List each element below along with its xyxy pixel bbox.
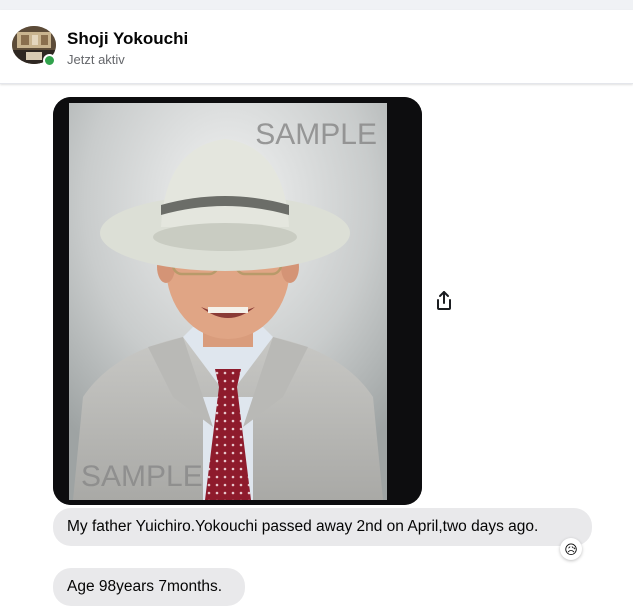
message-bubble[interactable]: Age 98years 7months. (53, 568, 245, 606)
watermark-top: SAMPLE (255, 118, 377, 151)
chat-header: Shoji Yokouchi Jetzt aktiv (0, 10, 633, 84)
reaction-badge[interactable]: 😥 (560, 538, 582, 560)
contact-name[interactable]: Shoji Yokouchi (67, 29, 188, 49)
shared-photo[interactable]: SAMPLE SAMPLE (53, 97, 422, 505)
contact-status: Jetzt aktiv (67, 52, 125, 67)
message-bubble[interactable]: My father Yuichiro.Yokouchi passed away … (53, 508, 592, 546)
watermark-bottom: SAMPLE (81, 460, 203, 493)
top-strip (0, 0, 633, 10)
share-icon[interactable] (434, 290, 454, 312)
online-status-dot (43, 54, 56, 67)
sad-face-icon: 😥 (564, 541, 578, 557)
